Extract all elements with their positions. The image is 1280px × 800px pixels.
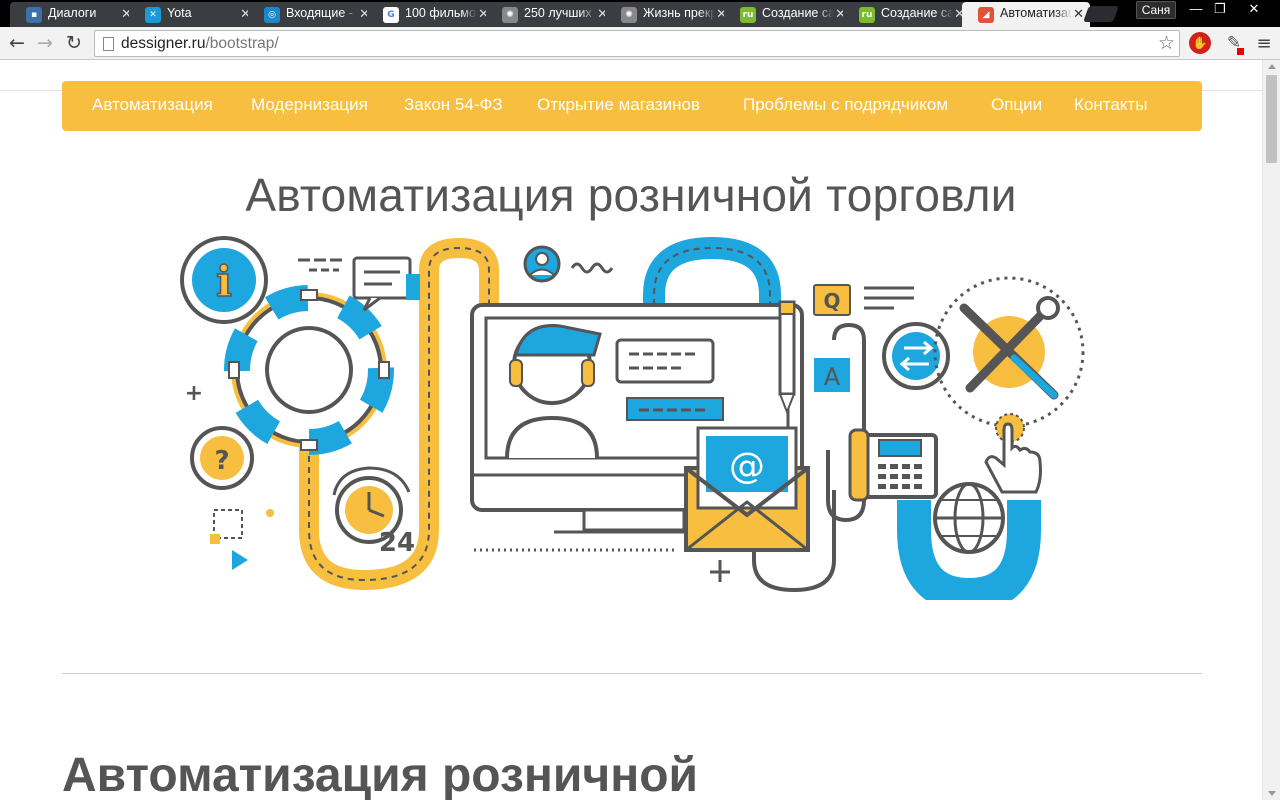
tab-favicon-icon: ◎	[264, 7, 280, 23]
lifebuoy-clip-shape	[300, 289, 318, 301]
scroll-down-icon[interactable]	[1268, 791, 1276, 796]
nav-link-law-54fz[interactable]: Закон 54-ФЗ	[404, 95, 503, 115]
dot-shape	[266, 509, 274, 517]
tab-favicon-icon: ✺	[502, 7, 518, 23]
bookmark-star-icon[interactable]: ☆	[1158, 32, 1175, 54]
nav-link-store-opening[interactable]: Открытие магазинов	[537, 95, 700, 115]
minimize-icon[interactable]: —	[1184, 0, 1208, 18]
section-title: Автоматизация розничной	[62, 749, 699, 800]
q-glyph: Q	[823, 289, 840, 313]
tab-favicon-icon: ru	[740, 7, 756, 23]
tab-strip: ▪Диалоги✕✕Yota✕◎Входящие - Mail✕G100 фил…	[0, 0, 1280, 27]
browser-tab[interactable]: ru Создание сайта ✕	[724, 2, 852, 27]
nav-link-contractor-problems[interactable]: Проблемы с подрядчиком	[743, 95, 948, 115]
tab-label: Yota	[167, 6, 192, 20]
pencil-eraser-shape	[779, 301, 795, 315]
info-glyph: i	[216, 257, 232, 306]
email-at-glyph: @	[729, 446, 765, 487]
speech-accent-shape	[406, 274, 420, 300]
play-icon	[232, 550, 248, 570]
tab-close-icon[interactable]: ✕	[1073, 6, 1084, 22]
section-divider	[62, 673, 1202, 674]
nav-link-contacts[interactable]: Контакты	[1074, 95, 1147, 115]
tab-label: Автоматизация	[1000, 6, 1072, 20]
phone-display-shape	[878, 439, 922, 457]
wrench-head-shape	[1036, 296, 1060, 320]
agent-body-shape	[505, 415, 599, 459]
dashed-square-shape	[213, 509, 243, 539]
headset-right-shape	[581, 359, 595, 387]
page-icon	[103, 37, 114, 51]
profile-button[interactable]: Саня	[1136, 1, 1176, 19]
lifebuoy-clip-shape	[300, 439, 318, 451]
site-navbar: Автоматизация Модернизация Закон 54-ФЗ О…	[62, 81, 1202, 131]
tab-label: Входящие - Mail	[286, 6, 358, 20]
chat-bubble-gray-shape	[615, 338, 715, 384]
tab-label: Создание сайта	[881, 6, 953, 20]
pencil-icon	[778, 300, 796, 396]
scroll-up-icon[interactable]	[1268, 64, 1276, 69]
question-glyph: ?	[214, 446, 229, 476]
small-square-shape	[210, 534, 220, 544]
restore-icon[interactable]: ❐	[1208, 0, 1232, 18]
pen-extension-icon[interactable]: ✎	[1222, 33, 1246, 55]
lifebuoy-clip-shape	[228, 361, 240, 379]
tab-favicon-icon: ▪	[26, 7, 42, 23]
retail-automation-illustration: i ? + 24 Q A @	[180, 236, 1085, 600]
tab-favicon-icon: ◢	[978, 7, 994, 23]
address-host: dessigner.ru	[121, 35, 206, 52]
tab-label: 100 фильмов	[405, 6, 477, 20]
browser-tab[interactable]: G 100 фильмов ✕	[367, 2, 495, 27]
browser-tab[interactable]: ▪ Диалоги ✕	[10, 2, 138, 27]
page-viewport: Автоматизация Модернизация Закон 54-ФЗ О…	[0, 60, 1262, 800]
tab-label: 250 лучших	[524, 6, 592, 20]
browser-toolbar: ← → ↻ dessigner.ru/bootstrap/ ☆	[0, 27, 1280, 60]
adblock-extension-icon[interactable]: ✋	[1189, 32, 1211, 54]
page-scrollbar[interactable]	[1262, 60, 1280, 800]
back-button[interactable]: ←	[6, 32, 28, 54]
browser-tab[interactable]: ◎Входящие - Mail✕	[248, 2, 376, 27]
browser-tab[interactable]: ru Создание сайта ✕	[843, 2, 971, 27]
sync-fill-shape	[892, 332, 940, 380]
pointing-hand-icon	[984, 422, 1042, 494]
tab-label: Жизнь прекрасна	[643, 6, 715, 20]
tab-favicon-icon: ✕	[145, 7, 161, 23]
new-tab-button[interactable]	[1083, 6, 1119, 22]
nav-link-options[interactable]: Опции	[991, 95, 1042, 115]
address-url[interactable]: dessigner.ru/bootstrap/	[121, 35, 279, 53]
clock-24-label: 24	[379, 528, 415, 558]
lifebuoy-clip-shape	[378, 361, 390, 379]
browser-tab[interactable]: ✺ 250 лучших ✕	[486, 2, 614, 27]
tab-favicon-icon: ru	[859, 7, 875, 23]
font-a-glyph: A	[824, 363, 841, 391]
cursor-icon	[710, 560, 730, 582]
avatar-head-shape	[535, 252, 549, 266]
wave-line	[570, 262, 614, 274]
tab-label: Создание сайта	[762, 6, 834, 20]
tab-favicon-icon: ✺	[621, 7, 637, 23]
lifebuoy-hole-shape	[265, 326, 353, 414]
tab-favicon-icon: G	[383, 7, 399, 23]
tab-label: Диалоги	[48, 6, 97, 20]
scrollbar-thumb[interactable]	[1266, 75, 1277, 163]
close-window-icon[interactable]: ✕	[1242, 0, 1266, 18]
monitor-stand-shape	[582, 508, 686, 532]
forward-button[interactable]: →	[34, 32, 56, 54]
reload-button[interactable]: ↻	[63, 32, 85, 54]
browser-tab[interactable]: ✕ Yota ✕	[129, 2, 257, 27]
phone-handset-shape	[848, 428, 870, 502]
browser-tab-active[interactable]: ◢ Автоматизация ✕	[962, 2, 1090, 27]
nav-link-automation[interactable]: Автоматизация	[92, 95, 213, 115]
hero-title: Автоматизация розничной торговли	[245, 169, 1017, 221]
speech-bubble-icon	[352, 256, 412, 300]
plus-icon: +	[185, 381, 203, 406]
nav-link-modernization[interactable]: Модернизация	[251, 95, 368, 115]
headset-left-shape	[509, 359, 523, 387]
speech-bubble-tail-shape	[362, 296, 381, 312]
address-path: /bootstrap/	[205, 35, 279, 52]
chrome-menu-icon[interactable]: ≡	[1253, 33, 1275, 55]
address-bar[interactable]: dessigner.ru/bootstrap/ ☆	[94, 30, 1180, 57]
browser-tab[interactable]: ✺ Жизнь прекрасна ✕	[605, 2, 733, 27]
